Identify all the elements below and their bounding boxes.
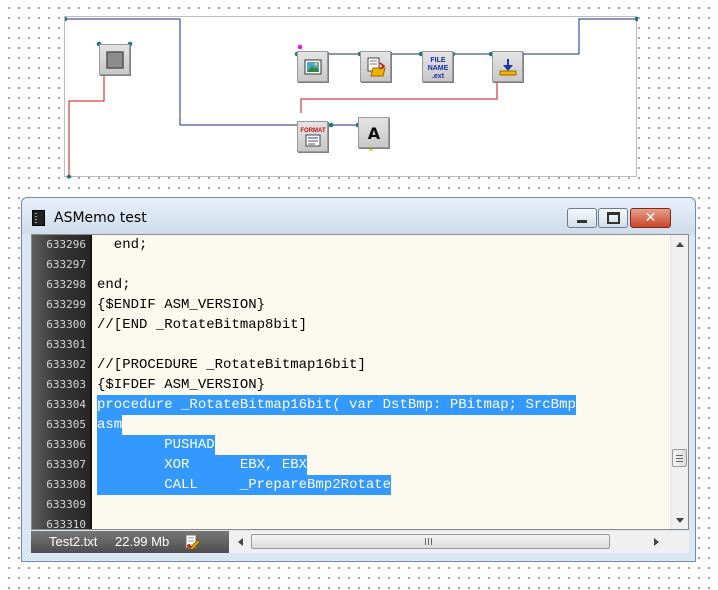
text-letter-icon: A	[367, 124, 380, 143]
port-icon	[328, 122, 334, 128]
close-button[interactable]: ✕	[630, 208, 671, 228]
line-number: 633308	[46, 478, 86, 491]
download-node[interactable]	[492, 51, 523, 82]
code-line-selected[interactable]: PUSHAD	[97, 435, 215, 455]
horizontal-scrollbar[interactable]	[229, 531, 689, 553]
code-editor[interactable]: 633296 end; 633297 633298 end; 633299 {$ENDIF…	[31, 234, 689, 530]
stop-node[interactable]	[99, 44, 130, 75]
file-name-icon: FILE NAME .ext	[427, 57, 448, 80]
arrow-left-icon	[237, 538, 243, 546]
line-number: 633306	[46, 438, 86, 451]
text-letter: A	[367, 124, 380, 143]
status-bar: Test2.txt 22.99 Mb	[31, 531, 229, 553]
line-number: 633305	[46, 418, 86, 431]
code-line[interactable]: {$IFDEF ASM_VERSION}	[97, 375, 265, 395]
line-number: 633303	[46, 378, 86, 391]
code-line[interactable]: //[PROCEDURE _RotateBitmap16bit]	[97, 355, 366, 375]
arrow-down-icon	[676, 517, 684, 523]
file-name-line3: .ext	[431, 73, 444, 80]
line-number: 633310	[46, 518, 86, 530]
format-node[interactable]: FORMAT	[297, 121, 328, 152]
download-arrow-icon	[499, 58, 516, 75]
vertical-scroll-thumb[interactable]	[672, 449, 687, 467]
minimize-icon	[577, 220, 587, 223]
port-icon	[634, 17, 638, 22]
window-title: ASMemo test	[54, 210, 147, 226]
line-number: 633300	[46, 318, 86, 331]
diagram-panel: FILE NAME .ext FORMAT A	[64, 16, 638, 178]
wire-blue-download-exit	[522, 18, 637, 55]
file-name-line2: NAME	[427, 65, 448, 72]
code-line[interactable]: {$ENDIF ASM_VERSION}	[97, 295, 265, 315]
scroll-left-button[interactable]	[231, 533, 249, 551]
scroll-up-button[interactable]	[671, 235, 688, 253]
status-file-name: Test2.txt	[49, 534, 98, 549]
port-icon	[65, 17, 68, 22]
code-line-selected[interactable]: CALL _PrepareBmp2Rotate	[97, 475, 392, 495]
vertical-scrollbar[interactable]	[670, 235, 688, 529]
format-label: FORMAT	[300, 128, 326, 134]
arrow-up-icon	[676, 241, 684, 247]
status-file-size: 22.99 Mb	[115, 534, 170, 549]
image-node[interactable]	[297, 51, 328, 82]
code-line[interactable]: end;	[97, 275, 131, 295]
code-line-selected[interactable]: asm	[97, 415, 123, 435]
line-number: 633299	[46, 298, 86, 311]
format-icon: FORMAT	[300, 128, 326, 146]
document-folder-icon	[367, 57, 386, 76]
memo-window: ASMemo test ✕ 633296 end; 633297 633298 end…	[21, 197, 696, 562]
maximize-button[interactable]	[598, 208, 628, 228]
file-name-node[interactable]: FILE NAME .ext	[422, 51, 453, 82]
code-line-selected[interactable]: XOR EBX, EBX	[97, 455, 308, 475]
code-line[interactable]: //[END _RotateBitmap8bit]	[97, 315, 307, 335]
stop-square-icon	[105, 50, 124, 69]
wire-red-download-format	[300, 83, 498, 113]
maximize-icon	[606, 212, 620, 224]
close-icon: ✕	[644, 210, 657, 226]
wire-red-stop	[68, 76, 105, 177]
code-line-selected[interactable]: procedure _RotateBitmap16bit( var DstBmp…	[97, 395, 576, 415]
line-number: 633309	[46, 498, 86, 511]
scroll-right-button[interactable]	[647, 533, 665, 551]
line-number: 633301	[46, 338, 86, 351]
port-icon	[297, 44, 303, 50]
document-edit-icon[interactable]	[184, 534, 201, 553]
line-number: 633302	[46, 358, 86, 371]
open-folder-node[interactable]	[360, 51, 391, 82]
code-line[interactable]: end;	[97, 235, 148, 255]
image-picture-icon	[304, 59, 321, 74]
line-number: 633304	[46, 398, 86, 411]
file-name-line1: FILE	[430, 57, 445, 64]
memo-app-icon	[32, 210, 45, 226]
line-number: 633298	[46, 278, 86, 291]
line-number: 633296	[46, 238, 86, 251]
text-node[interactable]: A	[358, 117, 389, 148]
horizontal-scroll-thumb[interactable]	[251, 534, 610, 549]
title-bar[interactable]: ASMemo test ✕	[22, 198, 695, 234]
port-icon	[66, 174, 72, 178]
diagram-wires	[65, 17, 638, 178]
scroll-down-button[interactable]	[671, 511, 688, 529]
line-number: 633297	[46, 258, 86, 271]
minimize-button[interactable]	[567, 208, 597, 228]
arrow-right-icon	[653, 538, 659, 546]
line-number: 633307	[46, 458, 86, 471]
